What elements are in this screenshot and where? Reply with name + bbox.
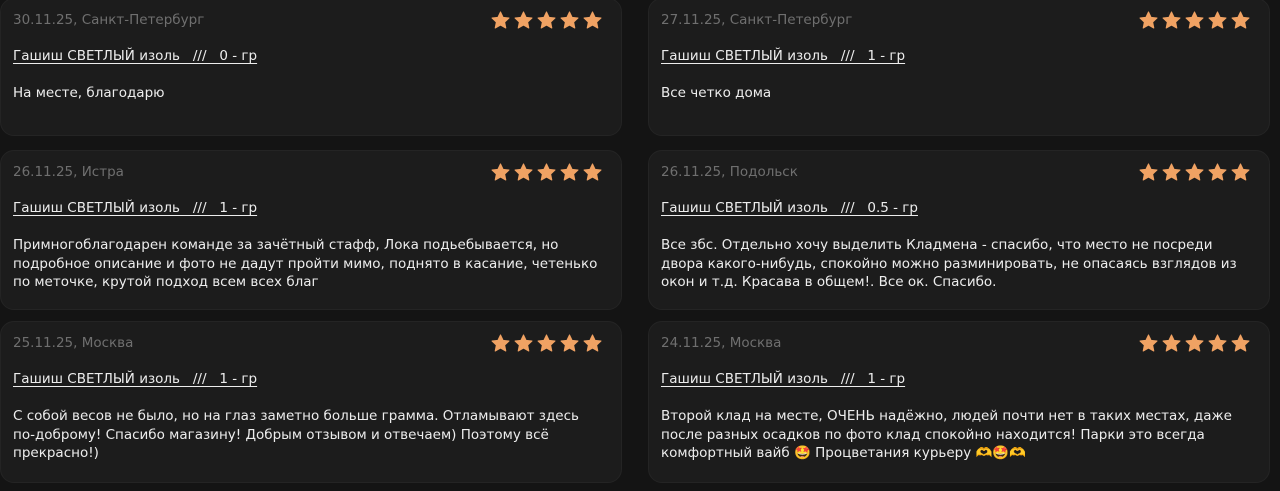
- rating-stars: [490, 10, 603, 31]
- star-icon: [583, 163, 602, 181]
- reviews-grid: 30.11.25, Санкт-Петербург Гашиш СВЕТЛЫЙ …: [0, 0, 1280, 491]
- star-icon: [1162, 163, 1181, 181]
- review-date-city: 30.11.25, Санкт-Петербург: [13, 12, 205, 28]
- star-icon: [1139, 334, 1158, 352]
- star-icon: [514, 334, 533, 352]
- star-icon: [1208, 11, 1227, 29]
- star-icon: [560, 11, 579, 29]
- review-text: Примногоблагодарен команде за зачётный с…: [13, 237, 598, 290]
- star-icon: [1208, 334, 1227, 352]
- review-text: Второй клад на месте, ОЧЕНЬ надёжно, люд…: [661, 408, 1232, 461]
- star-icon: [1162, 11, 1181, 29]
- star-icon: [537, 334, 556, 352]
- review-date-city: 26.11.25, Подольск: [661, 164, 798, 180]
- review-product-link[interactable]: Гашиш СВЕТЛЫЙ изоль /// 0 - гр: [13, 48, 257, 64]
- star-icon: [1185, 334, 1204, 352]
- star-icon: [560, 334, 579, 352]
- review-date-city: 27.11.25, Санкт-Петербург: [661, 12, 853, 28]
- rating-stars: [490, 333, 603, 354]
- star-icon: [1139, 11, 1158, 29]
- review-date-city: 25.11.25, Москва: [13, 335, 134, 351]
- star-icon: [560, 163, 579, 181]
- star-icon: [1185, 11, 1204, 29]
- rating-stars: [1138, 333, 1251, 354]
- star-icon: [537, 11, 556, 29]
- review-date-city: 24.11.25, Москва: [661, 335, 782, 351]
- rating-stars: [490, 162, 603, 183]
- star-icon: [1139, 163, 1158, 181]
- star-icon: [1231, 334, 1250, 352]
- review-product-link[interactable]: Гашиш СВЕТЛЫЙ изоль /// 1 - гр: [661, 371, 905, 387]
- star-icon: [514, 11, 533, 29]
- rating-stars: [1138, 10, 1251, 31]
- review-text: С собой весов не было, но на глаз заметн…: [13, 408, 579, 461]
- review-text: На месте, благодарю: [13, 85, 165, 101]
- review-date-city: 26.11.25, Истра: [13, 164, 124, 180]
- star-icon: [583, 11, 602, 29]
- review-card: 24.11.25, Москва Гашиш СВЕТЛЫЙ изоль ///…: [648, 321, 1270, 483]
- review-card: 30.11.25, Санкт-Петербург Гашиш СВЕТЛЫЙ …: [0, 0, 622, 136]
- review-card: 26.11.25, Подольск Гашиш СВЕТЛЫЙ изоль /…: [648, 150, 1270, 310]
- star-icon: [1231, 11, 1250, 29]
- review-card: 25.11.25, Москва Гашиш СВЕТЛЫЙ изоль ///…: [0, 321, 622, 483]
- star-icon: [491, 334, 510, 352]
- star-icon: [1208, 163, 1227, 181]
- star-icon: [1185, 163, 1204, 181]
- star-icon: [1231, 163, 1250, 181]
- star-icon: [583, 334, 602, 352]
- review-card: 26.11.25, Истра Гашиш СВЕТЛЫЙ изоль /// …: [0, 150, 622, 310]
- review-product-link[interactable]: Гашиш СВЕТЛЫЙ изоль /// 0.5 - гр: [661, 200, 918, 216]
- review-product-link[interactable]: Гашиш СВЕТЛЫЙ изоль /// 1 - гр: [13, 200, 257, 216]
- review-text: Все четко дома: [661, 85, 772, 101]
- star-icon: [1162, 334, 1181, 352]
- rating-stars: [1138, 162, 1251, 183]
- star-icon: [491, 11, 510, 29]
- review-card: 27.11.25, Санкт-Петербург Гашиш СВЕТЛЫЙ …: [648, 0, 1270, 136]
- star-icon: [537, 163, 556, 181]
- star-icon: [514, 163, 533, 181]
- review-text: Все збс. Отдельно хочу выделить Кладмена…: [661, 237, 1237, 290]
- star-icon: [491, 163, 510, 181]
- review-product-link[interactable]: Гашиш СВЕТЛЫЙ изоль /// 1 - гр: [661, 48, 905, 64]
- review-product-link[interactable]: Гашиш СВЕТЛЫЙ изоль /// 1 - гр: [13, 371, 257, 387]
